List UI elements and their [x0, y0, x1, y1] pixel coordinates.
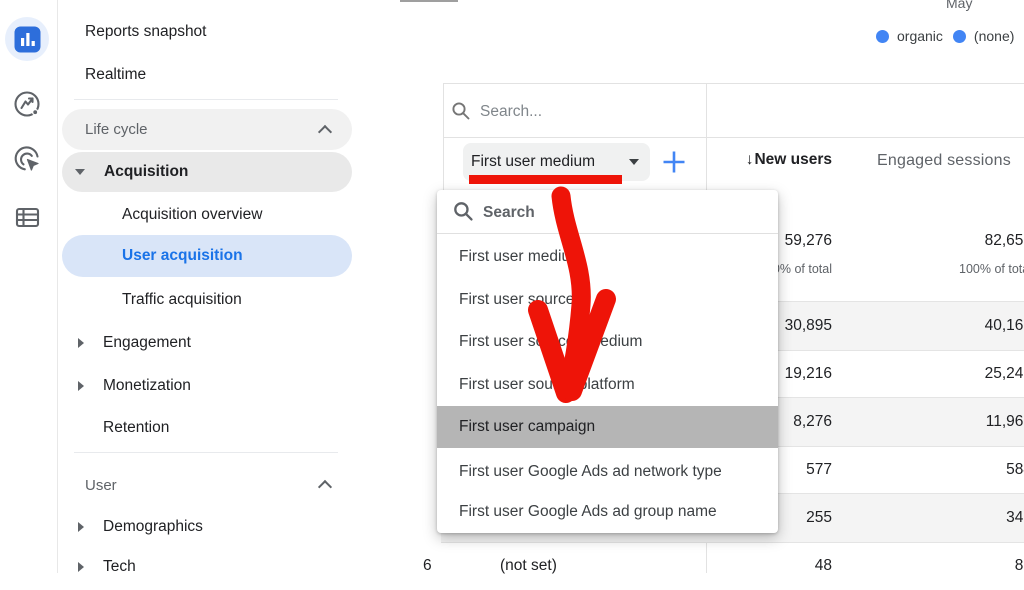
triangle-right-icon[interactable]: [78, 522, 84, 532]
search-icon: [451, 101, 471, 121]
nav-item-tech[interactable]: Tech: [62, 547, 352, 587]
explore-compass-icon: [12, 89, 42, 119]
rail-library-button[interactable]: [5, 195, 49, 239]
advertising-target-icon: [12, 144, 42, 174]
nav-item-acquisition[interactable]: Acquisition: [62, 152, 352, 192]
totals-engaged-sessions-sub: 100% of total: [959, 262, 1024, 276]
nav-label: User acquisition: [122, 247, 243, 265]
rail-advertising-button[interactable]: [5, 137, 49, 181]
nav-item-engagement[interactable]: Engagement: [62, 323, 352, 363]
cell-row-number: 6: [423, 542, 432, 590]
section-title: Life cycle: [85, 121, 148, 138]
chart-legend: organic (none): [876, 28, 1014, 44]
legend-item-organic: organic: [876, 28, 943, 44]
nav-label: Realtime: [85, 66, 146, 84]
chevron-up-icon[interactable]: [320, 125, 330, 135]
rail-explore-button[interactable]: [5, 82, 49, 126]
totals-engaged-sessions: 82,651: [985, 232, 1024, 250]
cell-new-users: 8,276: [793, 398, 832, 446]
nav-label: Reports snapshot: [85, 23, 207, 41]
column-header-engaged-sessions[interactable]: Engaged sessions: [877, 152, 1011, 170]
dimension-dropdown-chip[interactable]: First user medium: [463, 143, 650, 181]
nav-label: Acquisition overview: [122, 206, 262, 224]
nav-item-reports-snapshot[interactable]: Reports snapshot: [62, 12, 352, 52]
column-header-label: New users: [754, 151, 832, 168]
table-row: 6 (not set) 48 86: [441, 542, 1024, 590]
ga4-user-acquisition-screen: { "colors": { "accent_blue": "#1a73e8", …: [0, 0, 1024, 573]
cell-engaged-sessions: 11,965: [986, 398, 1024, 446]
nav-item-retention[interactable]: Retention: [62, 408, 352, 448]
cell-new-users: 577: [806, 446, 832, 494]
add-comparison-button[interactable]: [660, 148, 688, 176]
clipped-element-edge: [400, 0, 458, 2]
nav-section-user[interactable]: User: [62, 465, 352, 505]
nav-item-traffic-acquisition[interactable]: Traffic acquisition: [62, 280, 352, 320]
column-header-new-users[interactable]: ↓New users: [746, 151, 832, 169]
legend-dot-icon: [953, 30, 966, 43]
section-title: User: [85, 477, 117, 494]
cell-new-users: 19,216: [785, 350, 832, 398]
cell-engaged-sessions: 343: [1006, 494, 1024, 542]
report-nav: Reports snapshot Realtime Life cycle Acq…: [58, 0, 399, 573]
dimension-chip-label: First user medium: [471, 153, 595, 171]
nav-label: Monetization: [103, 377, 191, 395]
search-icon: [453, 201, 474, 222]
dropdown-item-google-ads-group-name[interactable]: First user Google Ads ad group name: [437, 491, 778, 533]
nav-divider: [74, 452, 338, 453]
cell-new-users: 30,895: [785, 302, 832, 350]
rail-reports-button[interactable]: [5, 17, 49, 61]
nav-label: Acquisition: [104, 163, 188, 181]
nav-label: Traffic acquisition: [122, 291, 242, 309]
nav-divider: [74, 99, 338, 100]
cell-engaged-sessions: 40,168: [985, 302, 1024, 350]
cell-engaged-sessions: 86: [1015, 542, 1024, 590]
nav-label: Demographics: [103, 518, 203, 536]
table-left-border: [443, 83, 444, 190]
chart-month-label: May: [946, 0, 972, 11]
nav-item-acquisition-overview[interactable]: Acquisition overview: [62, 195, 352, 235]
triangle-right-icon[interactable]: [78, 562, 84, 572]
dropdown-item-first-user-campaign[interactable]: First user campaign: [437, 406, 778, 448]
triangle-right-icon[interactable]: [78, 381, 84, 391]
app-rail: [0, 0, 57, 573]
chevron-up-icon[interactable]: [320, 480, 330, 490]
totals-new-users: 59,276: [785, 232, 832, 250]
cell-new-users: 255: [806, 494, 832, 542]
cell-dimension: (not set): [500, 542, 557, 590]
table-top-border: [443, 83, 1024, 84]
cell-engaged-sessions: 25,246: [985, 350, 1024, 398]
plus-icon: [660, 148, 688, 176]
rail-divider: [57, 0, 58, 573]
table-search-input[interactable]: [478, 98, 692, 126]
nav-item-monetization[interactable]: Monetization: [62, 366, 352, 406]
dropdown-item-first-user-source-platform[interactable]: First user source platform: [437, 364, 778, 406]
nav-section-life-cycle[interactable]: Life cycle: [62, 109, 352, 150]
nav-item-realtime[interactable]: Realtime: [62, 55, 352, 95]
dropdown-search-input[interactable]: [481, 197, 755, 229]
reports-bar-chart-icon: [14, 26, 41, 53]
legend-item-none: (none): [953, 28, 1014, 44]
legend-dot-icon: [876, 30, 889, 43]
nav-label: Retention: [103, 419, 169, 437]
cell-engaged-sessions: 584: [1006, 446, 1024, 494]
triangle-right-icon[interactable]: [78, 338, 84, 348]
library-table-icon: [13, 203, 42, 232]
dropdown-divider: [437, 233, 778, 234]
dimension-dropdown-menu: First user medium First user source Firs…: [437, 190, 778, 533]
dropdown-item-google-ads-network-type[interactable]: First user Google Ads ad network type: [437, 451, 778, 493]
nav-label: Tech: [103, 558, 136, 576]
nav-item-demographics[interactable]: Demographics: [62, 507, 352, 547]
nav-label: Engagement: [103, 334, 191, 352]
dropdown-item-first-user-source-medium[interactable]: First user source / medium: [437, 321, 778, 363]
dropdown-item-first-user-medium[interactable]: First user medium: [437, 236, 778, 278]
cell-new-users: 48: [815, 542, 832, 590]
legend-label: organic: [897, 28, 943, 44]
nav-item-user-acquisition-selected[interactable]: User acquisition: [62, 235, 352, 277]
triangle-down-icon[interactable]: [75, 169, 85, 175]
dropdown-item-first-user-source[interactable]: First user source: [437, 279, 778, 321]
search-row-border: [443, 137, 1024, 138]
chevron-down-icon: [629, 159, 639, 165]
legend-label: (none): [974, 28, 1014, 44]
sort-descending-icon: ↓: [746, 151, 754, 168]
